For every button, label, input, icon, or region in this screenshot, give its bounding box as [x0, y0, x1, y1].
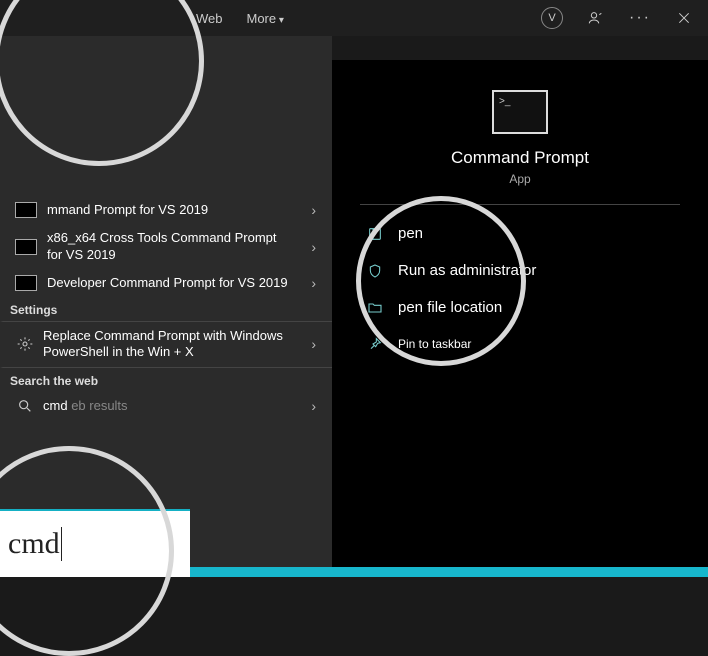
result-label: mmand Prompt for VS 2019 — [47, 202, 295, 218]
title-bar: Web More V ··· — [0, 0, 708, 36]
gear-icon — [17, 336, 33, 352]
accent-bar — [172, 567, 708, 577]
pin-icon — [366, 336, 384, 352]
detail-pane: Command Prompt App pen Run as administra… — [332, 60, 708, 577]
chevron-right-icon[interactable]: › — [305, 239, 322, 255]
search-input[interactable]: cmd — [0, 509, 190, 577]
scope-tabs: Web More — [196, 11, 284, 26]
result-label: Replace Command Prompt with Windows Powe… — [43, 328, 295, 361]
action-pin[interactable]: Pin to taskbar — [360, 326, 680, 362]
tab-web[interactable]: Web — [196, 11, 223, 26]
user-avatar[interactable]: V — [536, 2, 568, 34]
search-query-text: cmd — [8, 527, 60, 561]
chevron-right-icon[interactable]: › — [305, 202, 322, 218]
cmd-icon — [15, 202, 37, 218]
shield-icon — [366, 263, 384, 279]
cmd-icon — [15, 275, 37, 291]
chevron-right-icon[interactable]: › — [305, 336, 322, 352]
detail-title: Command Prompt — [360, 148, 680, 168]
action-label: Run as administrator — [398, 262, 536, 279]
action-run-admin[interactable]: Run as administrator — [360, 252, 680, 289]
chevron-right-icon[interactable]: › — [305, 398, 322, 414]
close-button[interactable] — [668, 2, 700, 34]
tab-more[interactable]: More — [247, 11, 284, 26]
web-result[interactable]: cmd eb results › — [0, 392, 332, 420]
action-label: pen file location — [398, 299, 502, 316]
search-icon — [17, 398, 33, 414]
more-options-icon[interactable]: ··· — [624, 2, 656, 34]
feedback-icon[interactable] — [580, 2, 612, 34]
settings-heading: Settings — [0, 297, 332, 321]
app-preview-icon — [492, 90, 548, 134]
folder-icon — [366, 300, 384, 316]
app-result[interactable]: mmand Prompt for VS 2019 › — [0, 196, 332, 224]
result-label: x86_x64 Cross Tools Command Prompt for V… — [47, 230, 295, 263]
chevron-right-icon[interactable]: › — [305, 275, 322, 291]
action-open-location[interactable]: pen file location — [360, 289, 680, 326]
results-panel: mmand Prompt for VS 2019 › x86_x64 Cross… — [0, 36, 332, 577]
result-label: Developer Command Prompt for VS 2019 — [47, 275, 295, 291]
app-result[interactable]: Developer Command Prompt for VS 2019 › — [0, 269, 332, 297]
action-label: Pin to taskbar — [398, 337, 471, 351]
detail-type: App — [360, 172, 680, 186]
action-label: pen — [398, 225, 423, 242]
action-open[interactable]: pen — [360, 215, 680, 252]
result-label: cmd eb results — [43, 398, 295, 414]
app-result[interactable]: x86_x64 Cross Tools Command Prompt for V… — [0, 224, 332, 269]
settings-result[interactable]: Replace Command Prompt with Windows Powe… — [0, 321, 332, 368]
web-heading: Search the web — [0, 368, 332, 392]
open-icon — [366, 226, 384, 242]
divider — [360, 204, 680, 205]
avatar-initial: V — [548, 12, 555, 24]
cmd-icon — [15, 239, 37, 255]
text-cursor — [61, 527, 62, 561]
